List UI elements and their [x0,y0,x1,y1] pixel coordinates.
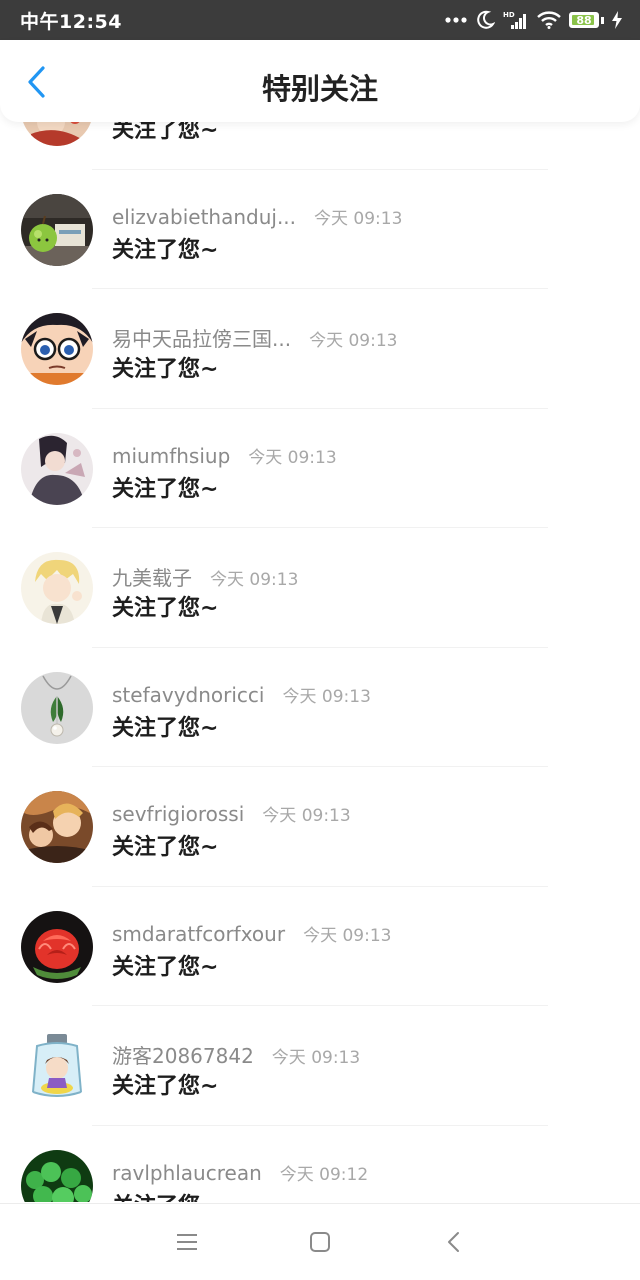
name-line: ravlphlaucrean 今天 09:12 [112,1160,368,1185]
wifi-icon [537,11,561,29]
name-line: elizvabiethanduj... 今天 09:13 [112,204,402,229]
message: 关注了您~ [112,357,219,382]
username[interactable]: 易中天品拉傍三国... [112,323,291,352]
message: 关注了您~ [112,237,219,263]
message: 关注了您~ [112,715,219,741]
username[interactable]: sevfrigiorossi [112,802,244,826]
message: 关注了您~ [112,122,219,143]
avatar[interactable] [21,193,93,266]
avatar[interactable] [21,1149,93,1202]
system-nav-bar [0,1203,640,1280]
status-time: 中午12:54 [20,10,122,33]
battery-level: 88 [576,13,592,27]
name-line: miumfhsiup 今天 09:13 [112,443,337,468]
username[interactable]: smdaratfcorfxour [112,922,285,946]
message: 关注了您~ [112,1074,219,1099]
name-line: 游客20867842 今天 09:13 [112,1040,360,1069]
username[interactable]: 九美载子 [112,562,192,591]
list-item[interactable]: miumfhsiup 今天 09:13 关注了您~ [0,409,640,528]
list-item[interactable]: sevfrigiorossi 今天 09:13 关注了您~ [0,767,640,887]
message: 关注了您~ [112,1188,218,1203]
back-nav-button[interactable] [433,1222,473,1262]
list-item[interactable]: 关注了您~ [0,122,640,170]
moon-icon [475,10,495,30]
timestamp: 今天 09:12 [279,1164,369,1185]
more-dots-icon [445,16,467,24]
timestamp: 今天 09:13 [314,208,403,229]
avatar[interactable] [21,671,93,744]
list-item[interactable]: 游客20867842 今天 09:13 关注了您~ [0,1006,640,1126]
svg-text:HD: HD [503,11,515,19]
username[interactable]: ravlphlaucrean [112,1161,262,1185]
name-line: sevfrigiorossi 今天 09:13 [112,801,351,826]
home-square-icon [309,1232,330,1252]
charging-icon [612,11,622,29]
battery-icon: 88 [569,12,604,28]
name-line: smdaratfcorfxour 今天 09:13 [112,921,391,946]
username[interactable]: elizvabiethanduj... [112,205,296,229]
message: 关注了您~ [112,954,219,980]
status-bar: 中午12:54 HD 88 [0,0,640,40]
message: 关注了您~ [112,476,219,502]
message: 关注了您~ [112,596,219,621]
status-icons: HD 88 [445,10,622,30]
username[interactable]: miumfhsiup [112,444,230,468]
list-item[interactable]: elizvabiethanduj... 今天 09:13 关注了您~ [0,170,640,289]
back-triangle-icon [448,1232,460,1252]
menu-icon [176,1234,197,1250]
hd-signal-icon: HD [503,10,529,30]
list-item[interactable]: ravlphlaucrean 今天 09:12 关注了您~ [0,1126,640,1203]
timestamp: 今天 09:13 [271,1048,361,1068]
timestamp: 今天 09:13 [309,331,398,351]
list-item[interactable]: 易中天品拉傍三国... 今天 09:13 关注了您~ [0,289,640,409]
list-item[interactable]: stefavydnoricci 今天 09:13 关注了您~ [0,648,640,767]
avatar[interactable] [21,791,93,863]
username[interactable]: 游客20867842 [112,1040,254,1069]
menu-button[interactable] [167,1222,207,1262]
list-item[interactable]: smdaratfcorfxour 今天 09:13 关注了您~ [0,887,640,1006]
avatar[interactable] [21,552,93,624]
header: 特别关注 [0,40,640,122]
timestamp: 今天 09:13 [303,925,392,946]
timestamp: 今天 09:13 [282,686,371,707]
home-button[interactable] [300,1222,340,1262]
avatar[interactable] [21,910,93,983]
name-line: stefavydnoricci 今天 09:13 [112,682,371,707]
list-item[interactable]: 九美载子 今天 09:13 关注了您~ [0,528,640,648]
follow-list[interactable]: 关注了您~ elizvabiethanduj... 今天 09:13 关注了您~… [0,122,640,1202]
avatar[interactable] [21,432,93,505]
timestamp: 今天 09:13 [262,806,351,826]
timestamp: 今天 09:13 [248,447,337,468]
username[interactable]: stefavydnoricci [112,683,264,707]
message: 关注了您~ [112,835,219,860]
avatar[interactable] [21,313,93,385]
name-line: 易中天品拉傍三国... 今天 09:13 [112,323,397,352]
avatar[interactable] [21,122,93,146]
name-line: 九美载子 今天 09:13 [112,562,298,591]
timestamp: 今天 09:13 [210,570,299,590]
page-title: 特别关注 [261,72,378,106]
avatar[interactable] [21,1030,93,1102]
